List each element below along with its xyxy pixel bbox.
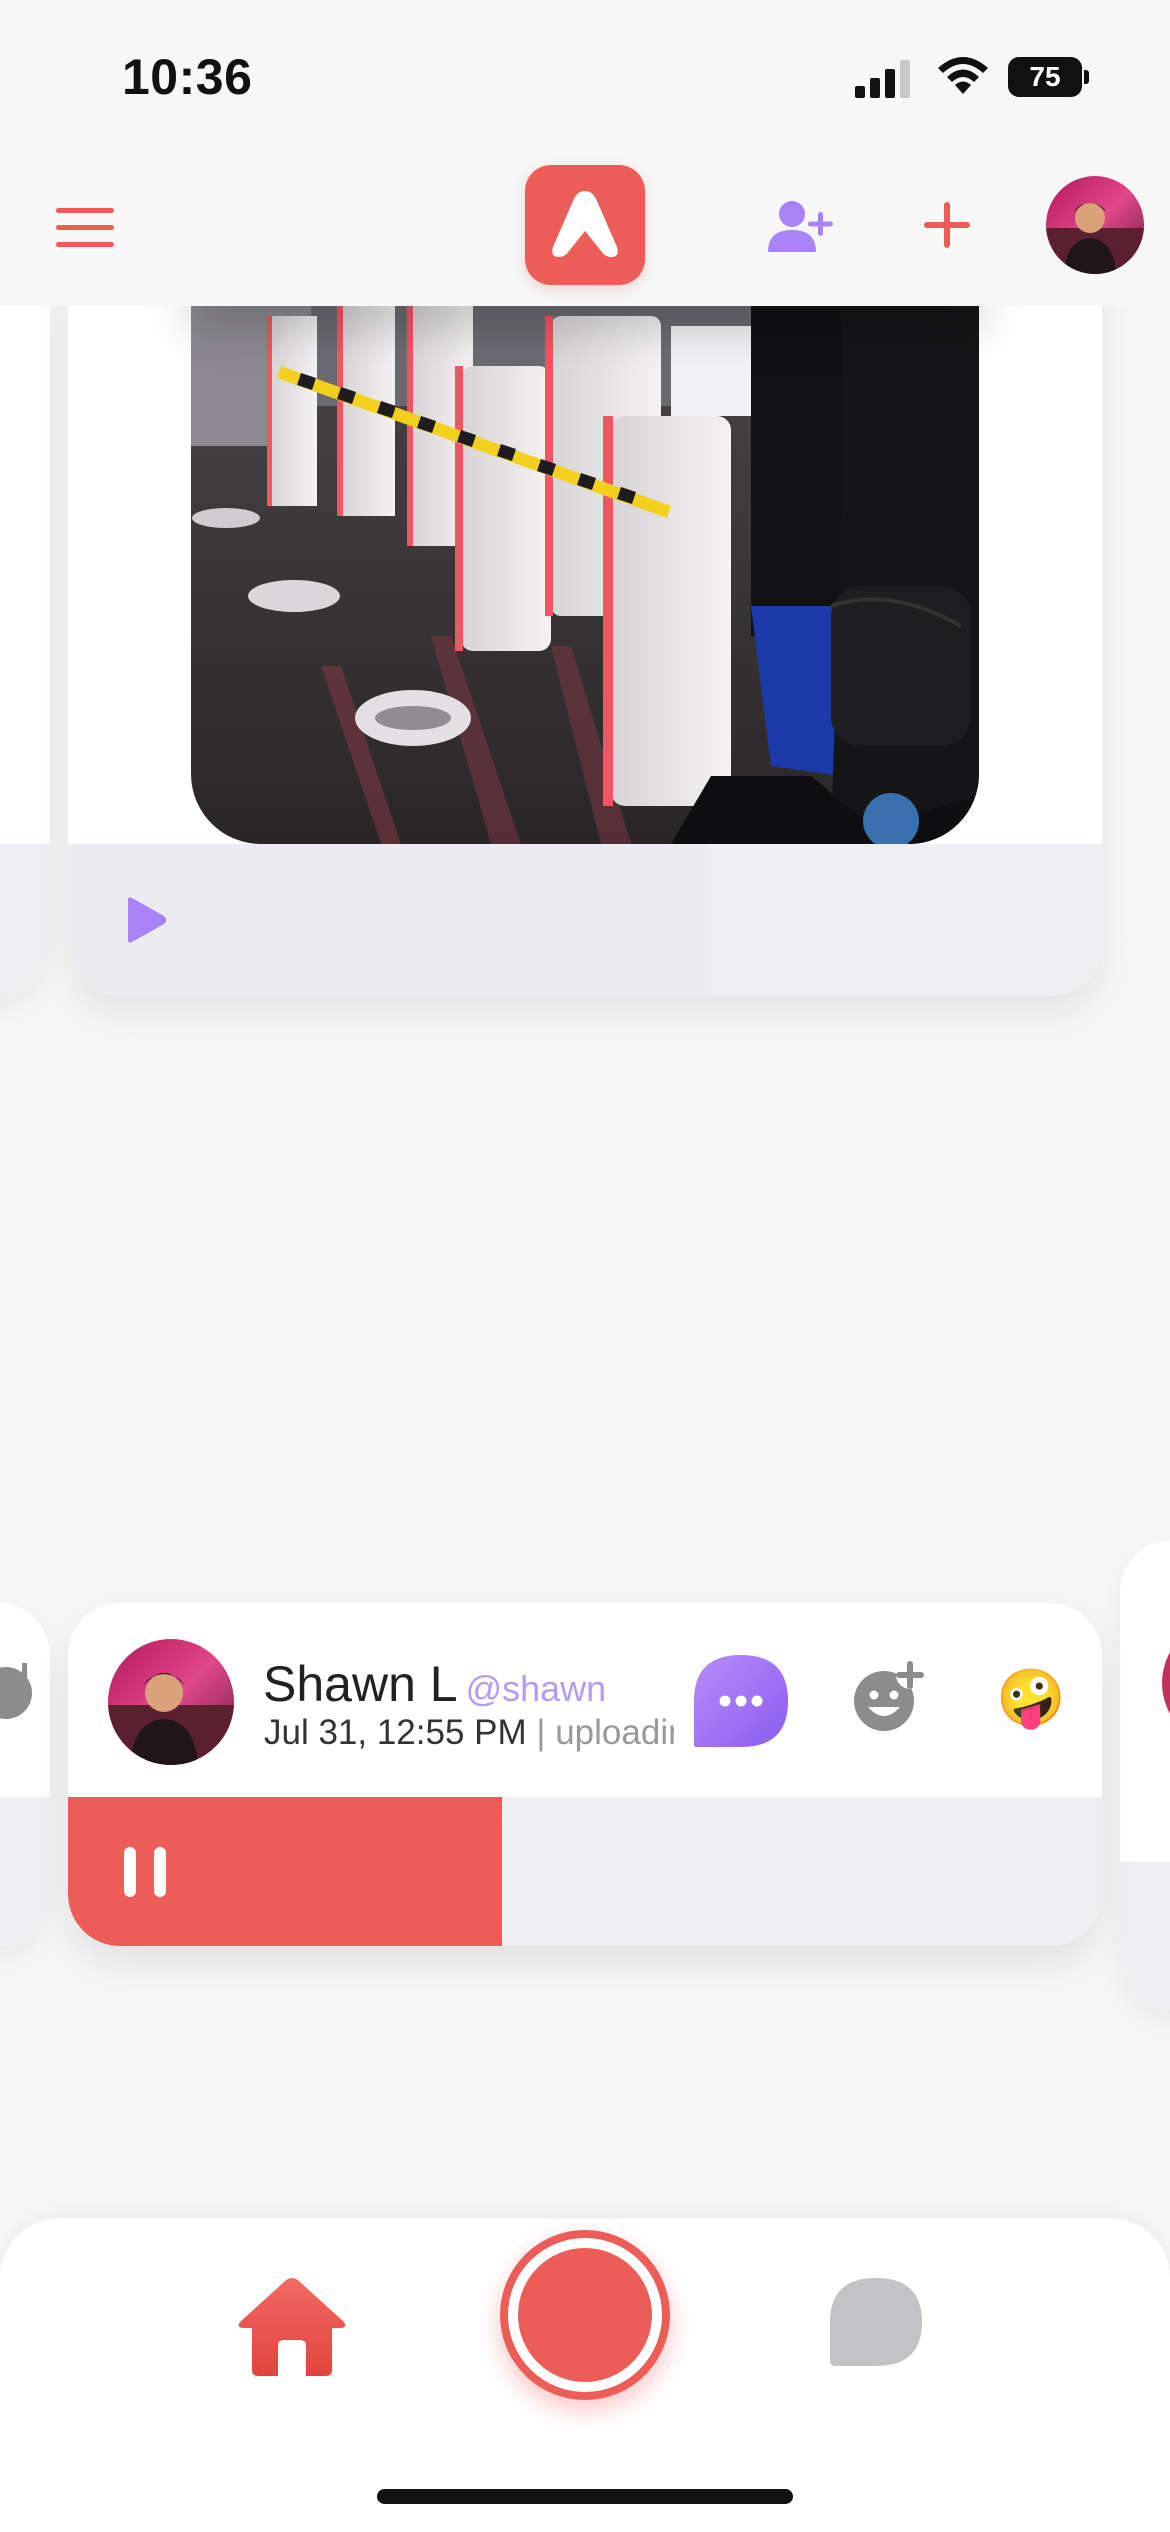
audio-player-bar[interactable]	[68, 844, 1102, 996]
upload-status: uploading	[555, 1713, 674, 1752]
avatar[interactable]	[1046, 176, 1144, 274]
author-name[interactable]: Shawn L	[263, 1656, 458, 1712]
post-photo[interactable]	[191, 306, 979, 844]
comment-button[interactable]	[692, 1653, 790, 1749]
photo-image	[191, 306, 979, 844]
author-row: Shawn L @shawn	[263, 1655, 606, 1713]
plus-icon[interactable]	[922, 200, 972, 250]
audio-player-bar[interactable]	[68, 1797, 1102, 1946]
wifi-icon	[938, 57, 988, 94]
home-indicator	[377, 2489, 793, 2504]
logo-mark-icon	[552, 191, 618, 257]
app-logo[interactable]	[525, 165, 645, 285]
add-reaction-icon[interactable]	[852, 1661, 926, 1733]
adjacent-card-bar	[0, 1797, 50, 1946]
screen: 10:36 75 Shawn L @shawn Jul 31, 12:55 PM…	[0, 0, 1170, 2532]
home-icon[interactable]	[236, 2274, 348, 2378]
record-button-inner	[518, 2248, 652, 2382]
post-timestamp: Jul 31, 12:55 PM	[264, 1713, 527, 1752]
avatar-image	[1046, 176, 1144, 274]
chat-icon[interactable]	[828, 2276, 924, 2368]
record-button[interactable]	[500, 2230, 670, 2400]
pause-icon[interactable]	[120, 1845, 170, 1899]
header	[0, 150, 1170, 306]
adjacent-card-left-bottom[interactable]	[0, 1603, 50, 1946]
avatar-image	[108, 1639, 234, 1765]
play-icon[interactable]	[124, 896, 168, 944]
battery-tip	[1084, 70, 1089, 84]
signal-icon	[855, 60, 910, 98]
battery-icon: 75	[1008, 57, 1090, 97]
post-card[interactable]: Shawn L @shawn Jul 31, 12:55 PM | uploadi…	[68, 1603, 1102, 1946]
post-meta: Jul 31, 12:55 PM | uploading	[264, 1713, 674, 1753]
tab-bar	[0, 2218, 1170, 2532]
avatar-partial	[1162, 1620, 1170, 1746]
adjacent-card-left[interactable]	[0, 290, 50, 996]
menu-icon[interactable]	[56, 206, 114, 250]
status-bar: 10:36 75	[0, 0, 1170, 150]
adjacent-card-bar	[0, 844, 50, 996]
battery-level: 75	[1008, 57, 1082, 97]
author-avatar[interactable]	[108, 1639, 234, 1765]
adjacent-card-bar	[1120, 1862, 1170, 2010]
adjacent-card-right[interactable]	[1120, 1540, 1170, 2010]
emoji-reaction-button[interactable]: 🤪	[996, 1667, 1066, 1729]
react-add-icon-partial	[0, 1663, 32, 1719]
status-time: 10:36	[122, 49, 253, 105]
meta-separator: |	[536, 1713, 546, 1752]
add-user-icon[interactable]	[766, 198, 838, 254]
author-handle[interactable]: @shawn	[466, 1668, 607, 1709]
